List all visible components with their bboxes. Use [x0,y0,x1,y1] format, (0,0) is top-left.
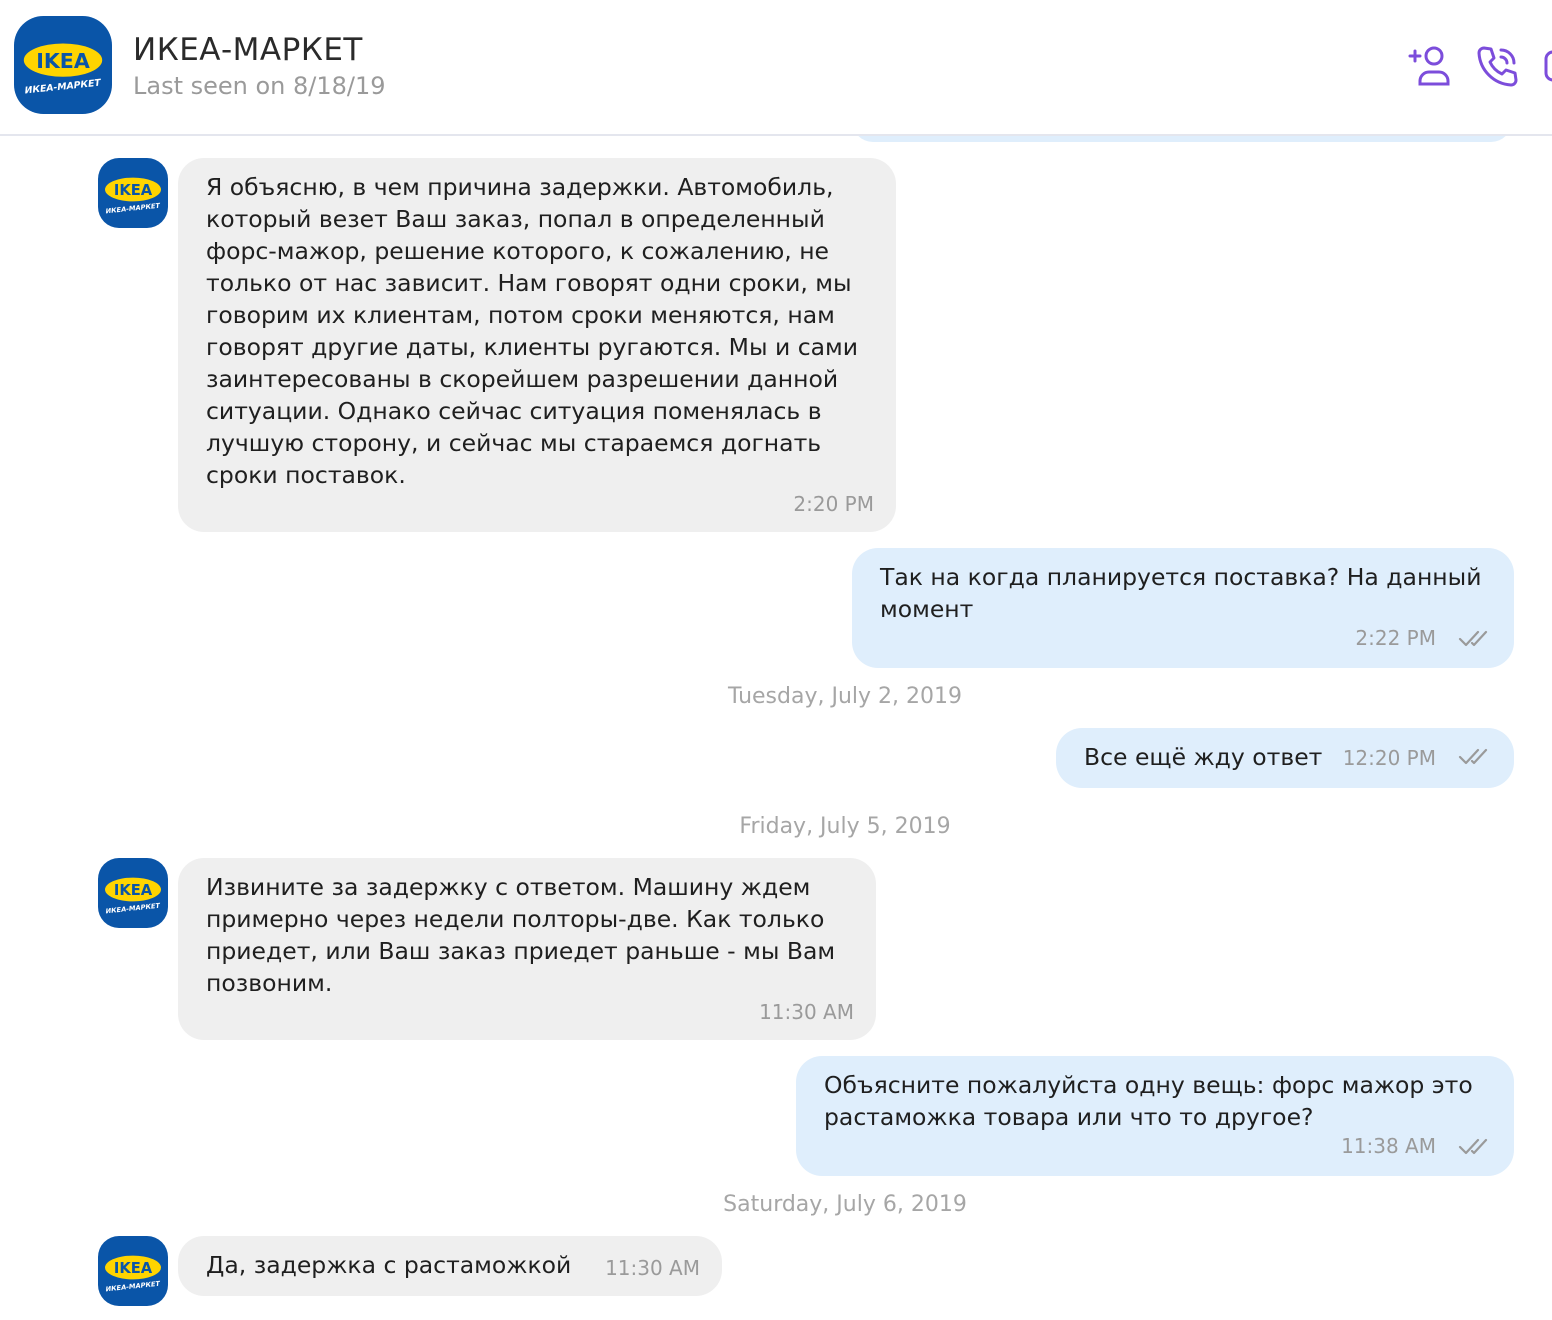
message-time: 11:30 AM [605,1256,700,1280]
logo-text-top: IKEA [36,49,90,73]
message-text: Объясните пожалуйста одну вещь: форс маж… [824,1071,1473,1131]
call-button[interactable] [1474,42,1522,90]
video-icon [1544,50,1552,82]
sender-avatar[interactable]: IKEA ИКЕА-МАРКЕТ [98,158,168,228]
message-time: 11:30 AM [759,1000,854,1024]
message-bubble-outgoing[interactable]: Так на когда планируется поставка? На да… [852,548,1514,668]
add-contact-icon [1408,46,1450,86]
read-receipt-icon [1458,630,1488,647]
message-time: 2:22 PM [1355,626,1436,650]
logo-text-top: IKEA [114,882,153,899]
sender-avatar[interactable]: IKEA ИКЕА-МАРКЕТ [98,858,168,928]
message-text: Все ещё жду ответ [1084,743,1323,771]
sender-avatar[interactable]: IKEA ИКЕА-МАРКЕТ [98,1236,168,1306]
date-separator: Saturday, July 6, 2019 [723,1192,967,1217]
message-text: Я объясню, в чем причина задержки. Автом… [206,173,859,489]
logo-text-top: IKEA [114,1260,153,1277]
message-time: 2:20 PM [793,492,874,516]
message-text: Извините за задержку с ответом. Машину ж… [206,873,836,997]
chat-header: IKEA ИКЕА-МАРКЕТ ИКЕА-МАРКЕТ Last seen o… [0,0,1552,136]
message-time: 11:38 AM [1341,1134,1436,1158]
logo-text-top: IKEA [114,182,153,199]
message-text: Так на когда планируется поставка? На да… [880,563,1482,623]
chat-window: IKEA ИКЕА-МАРКЕТ ИКЕА-МАРКЕТ Last seen o… [0,0,1552,1320]
read-receipt-icon [1458,748,1488,765]
message-bubble-outgoing[interactable]: Все ещё жду ответ 12:20 PM [1056,728,1514,788]
phone-icon [1477,46,1518,87]
message-bubble-incoming[interactable]: Я объясню, в чем причина задержки. Автом… [178,158,896,532]
read-receipt-icon [1458,1138,1488,1155]
date-separator: Friday, July 5, 2019 [739,814,951,839]
add-contact-button[interactable] [1406,42,1454,90]
video-call-button[interactable] [1540,42,1552,90]
message-bubble-incoming[interactable]: Да, задержка с растаможкой 11:30 AM [178,1236,722,1296]
message-bubble-outgoing[interactable]: Объясните пожалуйста одну вещь: форс маж… [796,1056,1514,1176]
date-separator: Tuesday, July 2, 2019 [727,684,963,709]
message-bubble-incoming[interactable]: Извините за задержку с ответом. Машину ж… [178,858,876,1040]
message-time: 12:20 PM [1342,746,1436,770]
last-seen-status: Last seen on 8/18/19 [133,72,386,100]
contact-avatar[interactable]: IKEA ИКЕА-МАРКЕТ [14,16,112,114]
contact-name[interactable]: ИКЕА-МАРКЕТ [133,32,363,68]
